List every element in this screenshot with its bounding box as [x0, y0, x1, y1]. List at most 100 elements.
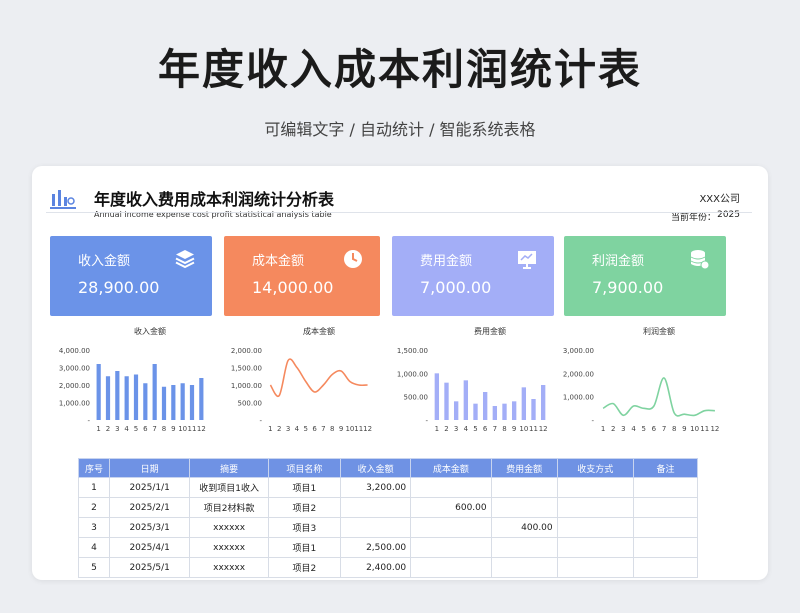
x-tick-label: 8 — [162, 425, 166, 433]
table-cell[interactable]: 收到项目1收入 — [189, 477, 269, 498]
profit-chart: 利润金额 3,000.00 2,000.00 1,000.00-1 2 3 4 5 6 7 8 9 10… — [550, 326, 726, 434]
table-cell[interactable] — [632, 557, 699, 578]
y-tick-label: 1,000.00 — [563, 394, 594, 402]
table-cell[interactable]: 2025/2/1 — [108, 497, 191, 518]
table-cell[interactable] — [410, 517, 492, 538]
table-cell[interactable]: xxxxxx — [189, 517, 269, 538]
chart-bar — [115, 371, 120, 420]
presentation-icon — [518, 251, 536, 269]
kpi-cost: 成本金额 14,000.00 — [224, 236, 380, 316]
x-tick-label: 12 — [710, 425, 719, 433]
table-cell[interactable]: 4 — [78, 537, 110, 558]
x-tick-label: 9 — [171, 425, 175, 433]
chart-bar — [444, 382, 449, 420]
table-cell[interactable]: 2025/3/1 — [108, 517, 191, 538]
chart-line — [269, 358, 368, 398]
y-tick-label: 1,500.00 — [397, 347, 428, 355]
chart-svg: 利润金额3,000.002,000.001,000.00-1 2 3 4 5 6 7 8 9 10… — [563, 326, 720, 433]
table-cell[interactable]: 1 — [78, 477, 110, 498]
table-cell[interactable] — [632, 497, 699, 518]
table-cell[interactable] — [410, 557, 492, 578]
table-cell[interactable] — [556, 497, 634, 518]
table-cell[interactable]: 2025/5/1 — [108, 557, 191, 578]
table-cell[interactable] — [556, 557, 634, 578]
y-tick-label: 3,000.00 — [563, 347, 594, 355]
table-cell[interactable] — [556, 537, 634, 558]
y-tick-label: - — [87, 417, 90, 425]
kpi-value: 7,900.00 — [592, 278, 664, 297]
table-cell[interactable]: 项目2 — [267, 557, 342, 578]
table-cell[interactable] — [632, 517, 699, 538]
table-cell[interactable] — [410, 537, 492, 558]
table-cell[interactable]: xxxxxx — [189, 537, 269, 558]
y-tick-label: 3,000.00 — [59, 365, 90, 373]
chart-bar — [521, 387, 527, 420]
x-tick-label: 12 — [539, 425, 548, 433]
x-tick-label: 7 — [493, 425, 497, 433]
chart-line — [602, 377, 715, 417]
table-cell[interactable]: 2,500.00 — [340, 537, 412, 558]
table-cell[interactable] — [556, 477, 634, 498]
column-header: 项目名称 — [267, 458, 342, 478]
kpi-label: 费用金额 — [420, 254, 473, 269]
x-tick-label: 3 — [286, 425, 290, 433]
table-cell[interactable] — [490, 497, 558, 518]
chart-bar — [434, 373, 440, 420]
table-cell[interactable]: 2 — [78, 497, 110, 518]
chart-bar — [540, 385, 546, 420]
table-row: 4 2025/4/1 xxxxxx 项目1 2,500.00 — [78, 537, 699, 558]
x-tick-label: 1 — [96, 425, 100, 433]
table-cell[interactable]: 项目1 — [267, 477, 342, 498]
table-cell[interactable]: 项目2 — [267, 497, 342, 518]
x-tick-label: 1 — [268, 425, 272, 433]
x-tick-label: 8 — [672, 425, 676, 433]
table-cell[interactable]: 项目3 — [267, 517, 342, 538]
table-cell[interactable]: xxxxxx — [189, 557, 269, 578]
table-cell[interactable]: 2025/1/1 — [108, 477, 191, 498]
y-tick-label: 1,000.00 — [59, 400, 90, 408]
table-cell[interactable] — [410, 477, 492, 498]
table-cell[interactable]: 400.00 — [490, 517, 558, 538]
table-header-row: 序号 日期 摘要 项目名称 收入金额 成本金额 费用金额 收支方式 备注 — [78, 458, 699, 478]
x-tick-label: 12 — [197, 425, 206, 433]
column-header: 费用金额 — [490, 458, 558, 478]
y-tick-label: 500.00 — [404, 394, 429, 402]
table-cell[interactable] — [632, 477, 699, 498]
table-cell[interactable] — [490, 557, 558, 578]
expense-chart: 费用金额 1,500.00 1,000.00 500.00-1 2 3 4 5 6 7 8 9 10 11… — [384, 326, 554, 434]
table-cell[interactable]: 5 — [78, 557, 110, 578]
table-cell[interactable] — [340, 497, 412, 518]
table-cell[interactable] — [490, 537, 558, 558]
table-cell[interactable]: 项目2材料款 — [189, 497, 269, 518]
table-cell[interactable] — [340, 517, 412, 538]
y-tick-label: 1,500.00 — [231, 365, 262, 373]
table-cell[interactable]: 2,400.00 — [340, 557, 412, 578]
y-tick-label: 1,000.00 — [231, 382, 262, 390]
x-tick-label: 11 — [529, 425, 538, 433]
x-tick-label: 6 — [483, 425, 488, 433]
table-cell[interactable] — [556, 517, 634, 538]
chart-bar — [152, 364, 157, 420]
kpi-label: 成本金额 — [252, 254, 305, 269]
clock-icon — [344, 250, 362, 268]
chart-bar — [453, 401, 459, 420]
column-header: 序号 — [78, 458, 110, 478]
chart-title: 费用金额 — [474, 326, 506, 336]
x-tick-label: 1 — [435, 425, 439, 433]
chart-bar — [502, 403, 507, 420]
table-cell[interactable] — [490, 477, 558, 498]
column-header: 收支方式 — [556, 458, 634, 478]
table-cell[interactable]: 3,200.00 — [340, 477, 412, 498]
chart-bar — [161, 386, 167, 420]
x-tick-label: 3 — [621, 425, 625, 433]
y-tick-label: - — [591, 417, 594, 425]
table-cell[interactable] — [632, 537, 699, 558]
x-tick-label: 5 — [134, 425, 138, 433]
chart-bar — [531, 399, 536, 420]
table-cell[interactable]: 2025/4/1 — [108, 537, 191, 558]
table-cell[interactable]: 600.00 — [410, 497, 492, 518]
table-cell[interactable]: 项目1 — [267, 537, 342, 558]
table-cell[interactable]: 3 — [78, 517, 110, 538]
x-tick-label: 10 — [519, 425, 528, 433]
x-tick-label: 5 — [304, 425, 308, 433]
